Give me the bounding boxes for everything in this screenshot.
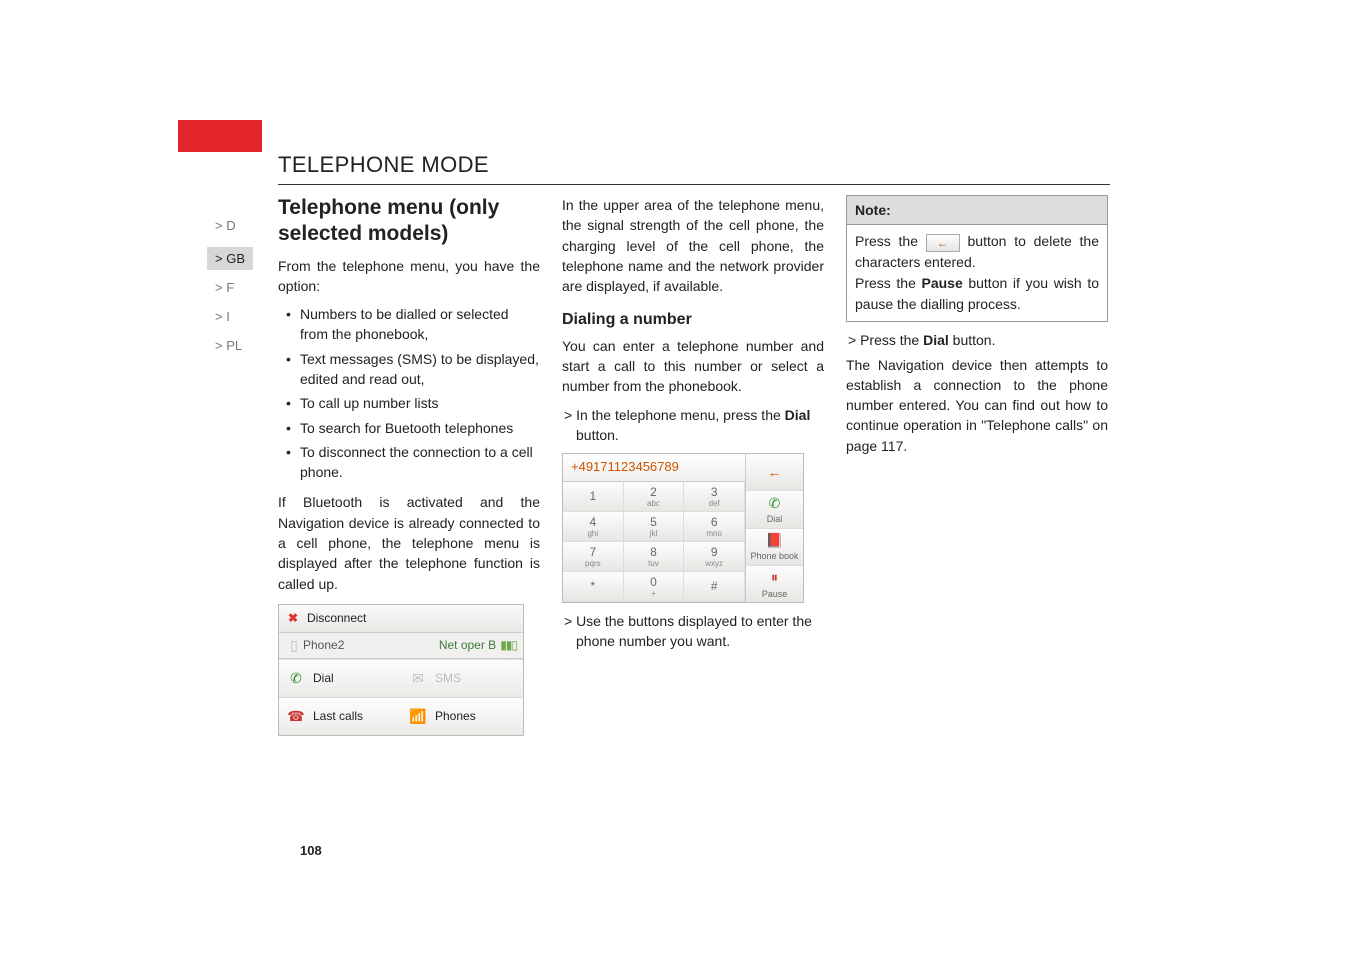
col3-para: The Navigation device then attempts to e… [846,355,1108,456]
key-4[interactable]: 4ghi [563,512,624,542]
key-6[interactable]: 6mno [684,512,745,542]
step-press-dial: > In the telephone menu, press the Dial … [562,405,824,446]
header-accent-bar [178,120,262,152]
key-2[interactable]: 2abc [624,482,685,512]
dial-button[interactable]: ✆ Dial [279,659,401,697]
backspace-icon: ← [768,462,782,482]
col1-intro: From the telephone menu, you have the op… [278,256,540,297]
col2-para1: In the upper area of the telephone menu,… [562,195,824,296]
lastcalls-label: Last calls [313,708,363,725]
key-9[interactable]: 9wxyz [684,542,745,572]
step-press-dial2: > Press the Dial button. [846,330,1108,350]
column-2: In the upper area of the telephone menu,… [562,195,824,736]
column-3: Note: Press the ← button to delete the c… [846,195,1108,736]
note-box: Note: Press the ← button to delete the c… [846,195,1108,322]
page-number: 108 [300,843,322,858]
column-1: Telephone menu (only selected models) Fr… [278,195,540,736]
pause-icon: ⏸ [771,567,778,587]
nav-item-i[interactable]: > I [215,309,253,324]
sms-button[interactable]: ✉ SMS [401,659,523,697]
option-list: Numbers to be dialled or selected from t… [278,304,540,482]
backspace-button[interactable]: ← [746,454,803,491]
language-side-nav: > D > GB > F > I > PL [215,218,253,367]
phones-label: Phones [435,708,476,725]
running-head-marker: >>> [238,155,263,173]
operator-label: Net oper B [439,637,496,654]
phones-button[interactable]: 📶 Phones [401,697,523,735]
close-icon[interactable]: ✖ [279,610,307,627]
dial-icon: ✆ [287,669,305,687]
key-hash[interactable]: # [684,572,745,602]
section-title: Telephone menu (only selected models) [278,195,540,248]
key-8[interactable]: 8tuv [624,542,685,572]
pause-button[interactable]: ⏸Pause [746,566,803,602]
lastcalls-icon: ☎ [287,707,305,725]
list-item: To call up number lists [290,393,540,413]
list-item: Text messages (SMS) to be displayed, edi… [290,349,540,390]
disconnect-button[interactable]: Disconnect [307,610,366,627]
subheading-dialing: Dialing a number [562,308,824,331]
sms-label: SMS [435,670,461,687]
list-item: Numbers to be dialled or selected from t… [290,304,540,345]
nav-item-f[interactable]: > F [215,280,253,295]
telephone-menu-screenshot: ✖ Disconnect ▯ Phone2 Net oper B ▮▮▯ ✆ [278,604,524,736]
nav-item-pl[interactable]: > PL [215,338,253,353]
key-star[interactable]: * [563,572,624,602]
phone-name-label: Phone2 [303,637,344,654]
dial-label: Dial [313,670,334,687]
note-body: Press the ← button to delete the charact… [847,225,1107,321]
key-1[interactable]: 1 [563,482,624,512]
key-3[interactable]: 3def [684,482,745,512]
number-display: +49171123456789 [563,454,745,482]
title-rule [278,184,1110,185]
last-calls-button[interactable]: ☎ Last calls [279,697,401,735]
phonebook-icon: 📕 [766,530,783,550]
battery-icon: ▯ [285,636,303,654]
note-heading: Note: [847,196,1107,225]
phones-icon: 📶 [409,707,427,725]
sms-icon: ✉ [409,669,427,687]
dialpad-dial-button[interactable]: ✆Dial [746,491,803,528]
backspace-icon: ← [926,234,960,252]
col1-para2: If Bluetooth is activated and the Naviga… [278,492,540,593]
nav-item-gb[interactable]: > GB [207,247,253,270]
key-5[interactable]: 5jkl [624,512,685,542]
step-enter-number: > Use the buttons displayed to enter the… [562,611,824,652]
key-0[interactable]: 0+ [624,572,685,602]
signal-icon: ▮▮▯ [500,637,517,654]
list-item: To disconnect the connection to a cell p… [290,442,540,483]
nav-item-d[interactable]: > D [215,218,253,233]
keypad: 1 2abc 3def 4ghi 5jkl 6mno 7pqrs 8tuv 9w… [563,482,745,602]
dial-icon: ✆ [769,493,781,513]
phonebook-button[interactable]: 📕Phone book [746,529,803,566]
running-head: TELEPHONE MODE [278,152,489,178]
key-7[interactable]: 7pqrs [563,542,624,572]
dialpad-screenshot: +49171123456789 1 2abc 3def 4ghi 5jkl 6m… [562,453,804,603]
col2-para2: You can enter a telephone number and sta… [562,336,824,397]
list-item: To search for Buetooth telephones [290,418,540,438]
